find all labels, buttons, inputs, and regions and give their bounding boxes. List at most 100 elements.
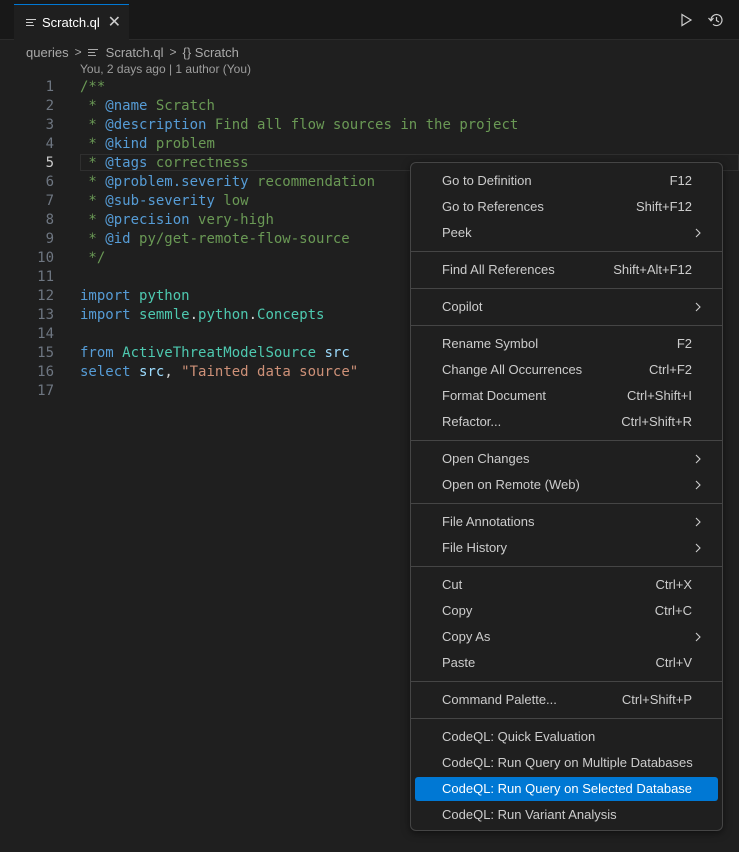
blame-annotation[interactable]: You, 2 days ago | 1 author (You): [80, 62, 251, 76]
menu-item-shortcut: F2: [676, 336, 692, 351]
menu-item-codeql-run-query-on-selected-database[interactable]: CodeQL: Run Query on Selected Database: [415, 777, 718, 801]
code-token: /**: [80, 79, 106, 95]
menu-separator: [411, 440, 722, 441]
menu-item-label: Paste: [442, 655, 476, 670]
menu-item-open-changes[interactable]: Open Changes: [415, 447, 718, 471]
menu-item-format-document[interactable]: Format Document Ctrl+Shift+I: [415, 384, 718, 408]
line-number: 16: [37, 364, 54, 380]
menu-item-shortcut: Shift+F12: [635, 199, 692, 214]
code-token: recommendation: [248, 174, 376, 190]
menu-item-go-to-references[interactable]: Go to References Shift+F12: [415, 195, 718, 219]
code-token: from: [80, 345, 114, 361]
chevron-right-icon: [694, 221, 702, 253]
menu-separator: [411, 288, 722, 289]
menu-item-label: Change All Occurrences: [442, 362, 583, 377]
line-number: 15: [37, 345, 54, 361]
menu-item-codeql-quick-evaluation[interactable]: CodeQL: Quick Evaluation: [415, 725, 718, 749]
breadcrumb-folder[interactable]: queries: [26, 45, 69, 60]
menu-item-go-to-definition[interactable]: Go to Definition F12: [415, 169, 718, 193]
menu-item-shortcut: F12: [669, 173, 692, 188]
menu-item-file-annotations[interactable]: File Annotations: [415, 510, 718, 534]
menu-item-label: Copilot: [442, 299, 483, 314]
code-text: select src, "Tainted data source": [80, 363, 358, 382]
code-token: Concepts: [257, 307, 325, 323]
code-token: *: [80, 136, 106, 152]
menu-item-shortcut: Ctrl+X: [655, 577, 692, 592]
close-icon[interactable]: ✕: [108, 14, 121, 31]
menu-item-find-all-references[interactable]: Find All References Shift+Alt+F12: [415, 258, 718, 282]
code-line[interactable]: 4 * @kind problem: [0, 135, 739, 154]
code-token: ,: [164, 364, 182, 380]
menu-item-shortcut: Ctrl+V: [655, 655, 692, 670]
menu-item-change-all-occurrences[interactable]: Change All Occurrences Ctrl+F2: [415, 358, 718, 382]
breadcrumb-file[interactable]: Scratch.ql: [106, 45, 164, 60]
code-line[interactable]: 3 * @description Find all flow sources i…: [0, 116, 739, 135]
menu-item-label: CodeQL: Run Query on Selected Database: [442, 781, 693, 796]
chevron-right-icon: >: [74, 45, 82, 59]
line-number: 2: [45, 98, 54, 114]
menu-item-label: CodeQL: Run Variant Analysis: [442, 807, 617, 822]
code-token: *: [80, 231, 106, 247]
file-lines-icon: [87, 48, 98, 56]
menu-item-label: Peek: [442, 225, 472, 240]
code-token: */: [80, 250, 106, 266]
line-number: 12: [37, 288, 54, 304]
code-token: @problem.severity: [105, 174, 249, 190]
code-text: import semmle.python.Concepts: [80, 306, 324, 325]
code-text: * @kind problem: [80, 135, 214, 154]
code-text: * @tags correctness: [80, 154, 248, 173]
code-token: @tags: [105, 155, 148, 171]
menu-separator: [411, 251, 722, 252]
menu-item-cut[interactable]: Cut Ctrl+X: [415, 573, 718, 597]
menu-item-rename-symbol[interactable]: Rename Symbol F2: [415, 332, 718, 356]
code-token: *: [80, 212, 106, 228]
code-token: import: [80, 307, 131, 323]
code-text: * @description Find all flow sources in …: [80, 116, 518, 135]
menu-item-shortcut: Ctrl+Shift+R: [621, 414, 692, 429]
menu-separator: [411, 325, 722, 326]
line-number: 3: [45, 117, 54, 133]
menu-item-command-palette[interactable]: Command Palette... Ctrl+Shift+P: [415, 688, 718, 712]
code-token: "Tainted data source": [181, 364, 359, 380]
menu-item-label: File History: [442, 540, 508, 555]
code-line[interactable]: 1 /**: [0, 78, 739, 97]
tab-scratch-ql[interactable]: Scratch.ql ✕: [14, 4, 129, 40]
menu-item-label: Format Document: [442, 388, 547, 403]
menu-item-refactor[interactable]: Refactor... Ctrl+Shift+R: [415, 410, 718, 434]
code-text: */: [80, 249, 105, 268]
code-token: @name: [105, 98, 148, 114]
menu-item-file-history[interactable]: File History: [415, 536, 718, 560]
code-token: py/get-remote-flow-source: [130, 231, 350, 247]
menu-item-peek[interactable]: Peek: [415, 221, 718, 245]
code-token: src: [139, 364, 165, 380]
line-number: 11: [37, 269, 54, 285]
code-token: python: [198, 307, 249, 323]
code-text: * @problem.severity recommendation: [80, 173, 375, 192]
menu-item-codeql-run-variant-analysis[interactable]: CodeQL: Run Variant Analysis: [415, 803, 718, 827]
menu-item-paste[interactable]: Paste Ctrl+V: [415, 651, 718, 675]
code-line[interactable]: 2 * @name Scratch: [0, 97, 739, 116]
history-icon[interactable]: [707, 12, 725, 28]
menu-item-open-on-remote-web[interactable]: Open on Remote (Web): [415, 473, 718, 497]
code-token: semmle: [139, 307, 190, 323]
menu-item-label: Find All References: [442, 262, 555, 277]
code-token: *: [80, 98, 106, 114]
menu-item-copilot[interactable]: Copilot: [415, 295, 718, 319]
code-text: * @precision very-high: [80, 211, 273, 230]
line-number: 6: [45, 174, 54, 190]
code-token: ActiveThreatModelSource: [122, 345, 317, 361]
code-token: python: [139, 288, 190, 304]
menu-item-copy-as[interactable]: Copy As: [415, 625, 718, 649]
tab-label: Scratch.ql: [42, 15, 100, 30]
code-token: *: [80, 193, 106, 209]
play-icon[interactable]: [679, 13, 693, 27]
menu-item-codeql-run-query-on-multiple-databases[interactable]: CodeQL: Run Query on Multiple Databases: [415, 751, 718, 775]
breadcrumb-symbol[interactable]: {} Scratch: [182, 45, 238, 60]
menu-item-copy[interactable]: Copy Ctrl+C: [415, 599, 718, 623]
menu-item-label: CodeQL: Quick Evaluation: [442, 729, 596, 744]
code-token: import: [80, 288, 131, 304]
menu-separator: [411, 718, 722, 719]
code-token: Find all flow sources in the project: [206, 117, 519, 133]
